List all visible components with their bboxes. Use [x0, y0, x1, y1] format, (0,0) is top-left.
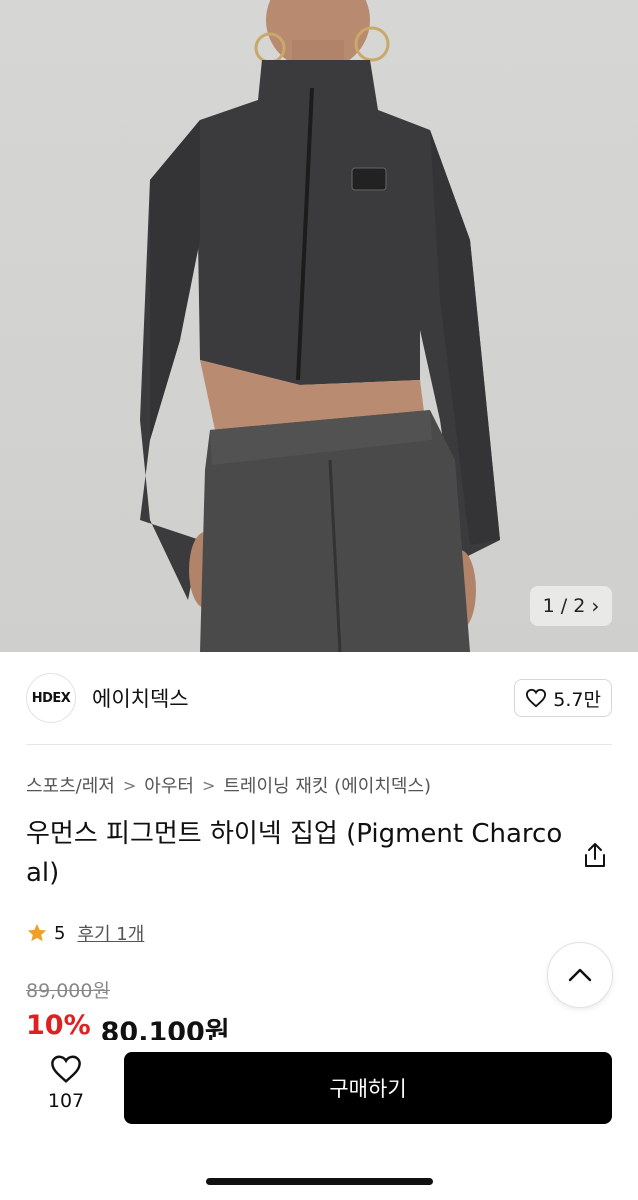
rating-score: 5	[54, 922, 66, 944]
breadcrumb-item-sports[interactable]: 스포츠/레저	[26, 772, 115, 798]
brand-like-count: 5.7만	[553, 688, 601, 711]
heart-icon	[526, 688, 547, 708]
original-price: 89,000원	[26, 980, 110, 1002]
star-icon	[27, 923, 47, 942]
brand-like-button[interactable]: 5.7만	[514, 679, 612, 717]
scroll-to-top-button[interactable]	[547, 942, 613, 1008]
home-indicator	[206, 1178, 433, 1185]
wishlist-button[interactable]: 107	[36, 1054, 96, 1112]
chevron-right-icon: ›	[591, 594, 600, 618]
review-link[interactable]: 후기 1개	[77, 920, 144, 946]
breadcrumb-separator: >	[201, 775, 216, 795]
product-title: 우먼스 피그먼트 하이넥 집업 (Pigment Charcoal)	[26, 819, 563, 888]
image-pager[interactable]: 1 / 2 ›	[530, 586, 612, 626]
breadcrumb-separator: >	[122, 775, 137, 795]
brand-logo[interactable]: HDEX	[26, 673, 76, 723]
breadcrumb-item-training-jacket[interactable]: 트레이닝 재킷 (에이치덱스)	[223, 772, 431, 798]
product-image[interactable]: 1 / 2 ›	[0, 0, 638, 652]
rating-row: 5 후기 1개	[26, 920, 144, 946]
page-indicator: 1 / 2	[542, 595, 586, 617]
buy-button[interactable]: 구매하기	[124, 1052, 612, 1124]
brand-row[interactable]: HDEX 에이치덱스 5.7만	[26, 670, 612, 726]
breadcrumb-item-outer[interactable]: 아우터	[144, 772, 194, 798]
brand-name[interactable]: 에이치덱스	[92, 683, 189, 713]
breadcrumb: 스포츠/레저 > 아우터 > 트레이닝 재킷 (에이치덱스)	[26, 772, 431, 798]
share-icon[interactable]	[580, 840, 610, 870]
chevron-up-icon	[568, 968, 592, 982]
wishlist-count: 107	[47, 1090, 85, 1112]
divider	[26, 744, 612, 745]
product-photo-illustration	[140, 0, 500, 652]
heart-icon	[51, 1055, 81, 1083]
